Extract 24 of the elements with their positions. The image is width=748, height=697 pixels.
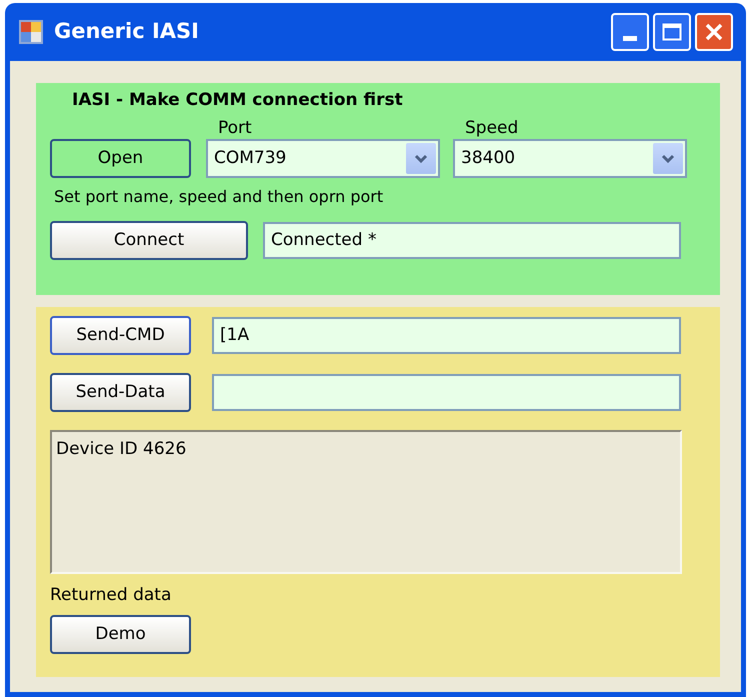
output-label: Returned data <box>50 584 172 606</box>
status-field[interactable]: Connected * <box>263 222 681 259</box>
demo-button[interactable]: Demo <box>50 615 191 654</box>
send-cmd-button[interactable]: Send-CMD <box>50 316 191 355</box>
app-icon <box>18 19 44 45</box>
minimize-icon <box>623 36 637 41</box>
close-icon <box>704 22 724 42</box>
data-field[interactable] <box>212 374 681 411</box>
field-label: Speed <box>465 117 520 139</box>
command-field[interactable]: [1A <box>212 317 681 354</box>
panel-heading: IASI - Make COMM connection first <box>72 89 404 111</box>
output-box[interactable]: Device ID 4626 <box>50 430 682 574</box>
hint-text: Set port name, speed and then oprn port <box>54 186 384 208</box>
window-title: Generic IASI <box>54 18 200 46</box>
port-dropdown[interactable]: COM739 <box>206 139 440 178</box>
minimize-button[interactable] <box>611 13 649 51</box>
maximize-icon <box>662 23 682 41</box>
field-label: Port <box>218 117 253 139</box>
send-data-button[interactable]: Send-Data <box>50 373 191 412</box>
open-button[interactable]: Open <box>50 139 191 178</box>
connect-button[interactable]: Connect <box>50 221 248 260</box>
close-button[interactable] <box>695 13 733 51</box>
maximize-button[interactable] <box>653 13 691 51</box>
speed-dropdown[interactable]: 38400 <box>453 139 687 178</box>
